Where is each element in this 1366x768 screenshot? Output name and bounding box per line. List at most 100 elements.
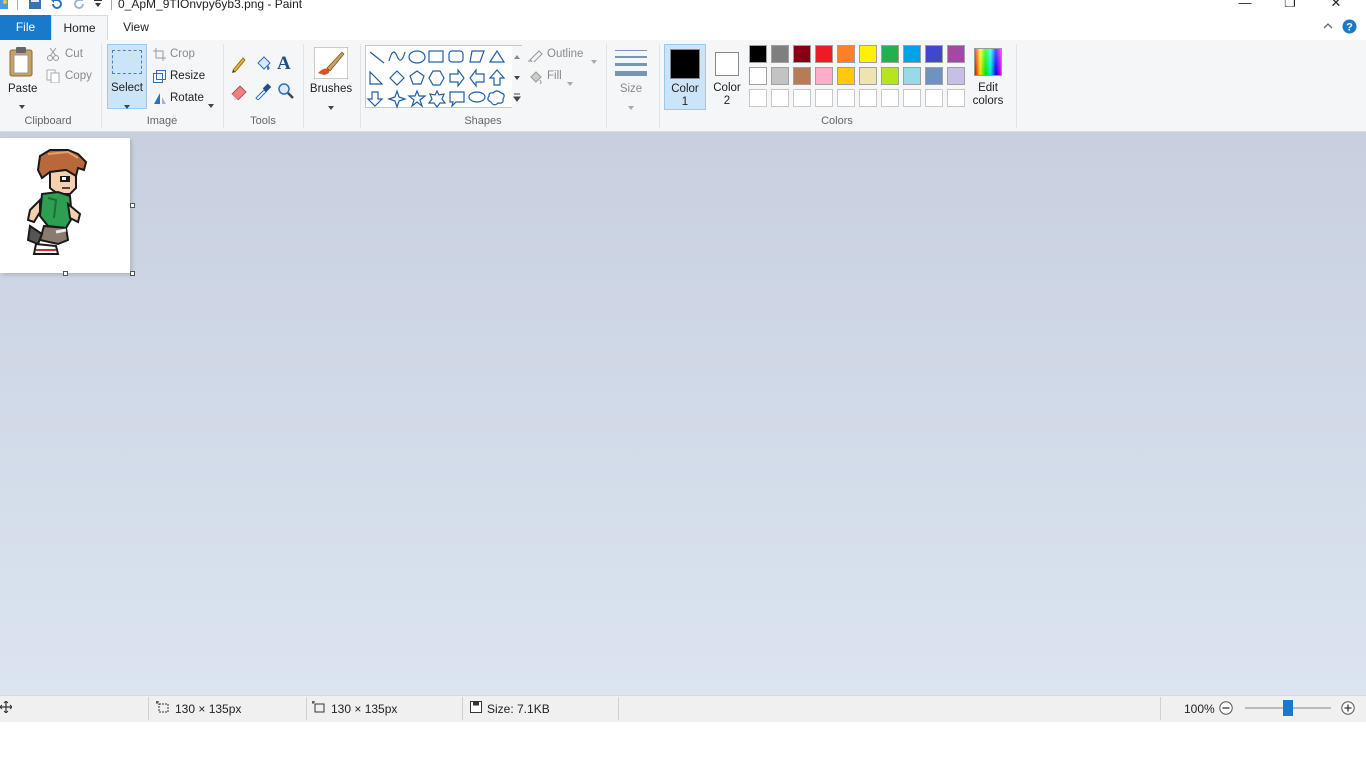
selection-size-icon [156,701,170,713]
custom-color-slot[interactable] [881,89,899,107]
custom-color-slot[interactable] [749,89,767,107]
custom-color-slot[interactable] [947,89,965,107]
palette-color-swatch[interactable] [903,67,921,85]
minimize-button[interactable]: — [1230,0,1260,11]
minimize-ribbon-icon[interactable] [1322,20,1334,30]
palette-color-swatch[interactable] [903,45,921,63]
cut-button[interactable]: Cut [46,47,96,63]
custom-color-slot[interactable] [903,89,921,107]
palette-color-swatch[interactable] [947,45,965,63]
color1-number: 1 [681,96,689,108]
edit-colors-button[interactable]: Edit colors [970,44,1008,110]
help-icon[interactable]: ? [1342,19,1357,34]
clipboard-group-label: Clipboard [24,115,72,127]
outline-dropdown-icon[interactable] [591,53,597,67]
select-button[interactable]: Select [107,44,147,109]
select-icon [112,50,142,74]
custom-color-slot[interactable] [925,89,943,107]
brushes-dropdown-icon[interactable] [328,99,334,113]
palette-color-swatch[interactable] [771,67,789,85]
palette-color-swatch[interactable] [859,45,877,63]
zoom-in-icon[interactable] [1341,701,1355,715]
outline-icon [528,48,544,65]
custom-color-slot[interactable] [837,89,855,107]
palette-color-swatch[interactable] [793,45,811,63]
paint-app-icon [0,0,10,10]
status-separator [618,697,619,720]
brushes-button[interactable]: Brushes [308,44,354,110]
palette-color-swatch[interactable] [749,45,767,63]
custom-color-slot[interactable] [771,89,789,107]
ribbon-tab-row [0,14,1366,41]
color2-swatch [715,52,739,76]
magnifier-icon[interactable] [277,82,295,100]
palette-color-swatch[interactable] [925,67,943,85]
resize-handle-corner[interactable] [130,271,135,276]
crop-icon [153,48,166,64]
image-size: 130 × 135px [331,702,398,716]
line-size-icon [615,48,647,78]
rotate-icon [153,92,167,108]
canvas-workspace [0,132,1366,695]
palette-color-swatch[interactable] [947,67,965,85]
redo-icon[interactable] [72,0,86,10]
color2-button[interactable]: Color 2 [708,44,746,110]
copy-button[interactable]: Copy [46,69,96,85]
paste-button[interactable]: Paste [4,44,40,109]
resize-button[interactable]: Resize [153,69,213,85]
size-button[interactable]: Size [611,44,651,110]
palette-color-swatch[interactable] [815,67,833,85]
zoom-slider-thumb[interactable] [1283,700,1293,716]
status-separator [148,697,149,720]
save-icon[interactable] [28,0,42,10]
tab-file[interactable]: File [0,15,51,40]
cut-label: Cut [65,48,83,60]
palette-color-swatch[interactable] [771,45,789,63]
tab-home[interactable]: Home [51,15,108,40]
maximize-button[interactable]: ❐ [1275,0,1305,11]
color1-button[interactable]: Color 1 [664,44,706,110]
text-tool-icon[interactable]: A [277,53,295,74]
fill-dropdown-icon[interactable] [567,75,573,89]
zoom-level: 100% [1184,702,1215,716]
size-dropdown-icon[interactable] [628,99,634,113]
eraser-icon[interactable] [230,82,248,101]
fill-bucket-icon[interactable] [254,55,272,73]
crop-label: Crop [170,48,195,60]
close-button[interactable]: ✕ [1321,0,1351,11]
palette-color-swatch[interactable] [837,67,855,85]
fill-label: Fill [547,70,562,82]
palette-color-swatch[interactable] [837,45,855,63]
customize-quick-access-icon[interactable] [93,0,103,10]
custom-color-slot[interactable] [859,89,877,107]
rotate-dropdown-icon[interactable] [208,97,214,111]
palette-color-swatch[interactable] [881,45,899,63]
zoom-out-icon[interactable] [1219,701,1233,715]
copy-icon [46,69,60,86]
palette-color-swatch[interactable] [749,67,767,85]
custom-color-slot[interactable] [815,89,833,107]
undo-icon[interactable] [50,0,64,10]
paste-icon [8,46,36,78]
palette-color-swatch[interactable] [925,45,943,63]
resize-handle-bottom[interactable] [63,271,68,276]
color2-label: Color [713,82,741,94]
resize-label: Resize [170,70,206,82]
rotate-button[interactable]: Rotate [153,91,217,108]
custom-color-slot[interactable] [793,89,811,107]
crop-button[interactable]: Crop [153,47,213,63]
outline-button[interactable]: Outline [528,47,598,65]
fill-button[interactable]: Fill [528,69,578,86]
palette-color-swatch[interactable] [793,67,811,85]
resize-handle-right[interactable] [130,203,135,208]
palette-color-swatch[interactable] [859,67,877,85]
palette-color-swatch[interactable] [815,45,833,63]
paste-dropdown-icon[interactable] [19,98,25,112]
tab-view[interactable]: View [108,15,164,40]
pencil-icon[interactable] [230,55,248,73]
color-picker-icon[interactable] [254,82,272,101]
drawing-canvas[interactable] [0,138,130,273]
color-spectrum-icon [974,48,1002,76]
palette-color-swatch[interactable] [881,67,899,85]
select-dropdown-icon[interactable] [124,98,130,112]
